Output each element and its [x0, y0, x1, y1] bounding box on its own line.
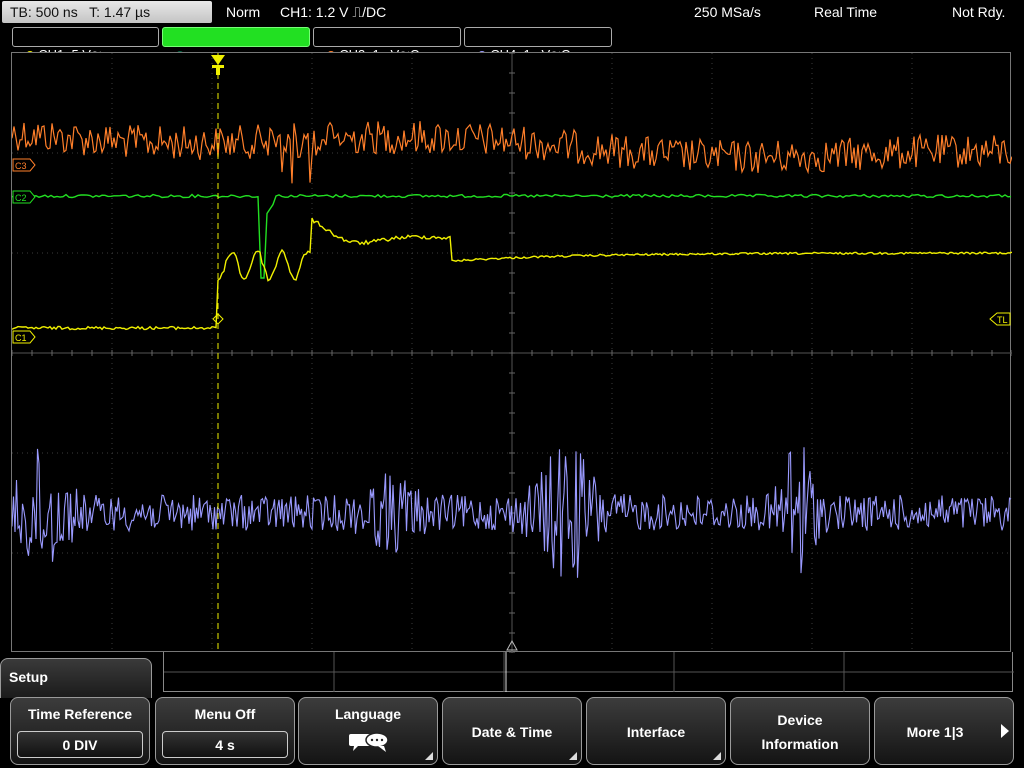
overview-grid-svg: [164, 652, 1014, 692]
graticule-svg: C3 C2 C1 TL: [12, 53, 1012, 653]
softkey-language[interactable]: Language: [298, 697, 438, 765]
trigger-time-value: 1.47 µs: [103, 4, 151, 20]
time-reference-value: 0 DIV: [17, 731, 143, 758]
trigger-mode[interactable]: Norm: [226, 4, 260, 20]
right-arrow-icon: [1001, 724, 1009, 738]
ch2-marker[interactable]: C2: [12, 190, 36, 204]
softkey-3-label: Language: [334, 706, 402, 722]
trigger-position-icon[interactable]: [211, 55, 225, 75]
timebase-box[interactable]: TB: 500 ns T: 1.47 µs: [2, 1, 212, 23]
tab-ch1[interactable]: CH1: 5 V≅: [12, 27, 159, 62]
zoom-overview-strip: [163, 652, 1014, 692]
svg-text:C2: C2: [15, 193, 27, 203]
speech-bubbles-icon: [349, 732, 389, 752]
acquisition-mode[interactable]: Real Time: [814, 4, 877, 20]
timebase-readout: TB: 500 ns T: 1.47 µs: [10, 4, 151, 20]
softkey-menu-off[interactable]: Menu Off 4 s: [155, 697, 295, 765]
sample-rate: 250 MSa/s: [694, 4, 761, 20]
svg-text:C1: C1: [15, 333, 27, 343]
submenu-corner-icon: [713, 752, 721, 760]
softkey-time-reference[interactable]: Time Reference 0 DIV: [10, 697, 150, 765]
softkey-interface[interactable]: Interface: [586, 697, 726, 765]
run-state: Not Rdy.: [952, 4, 1006, 20]
softkey-6-label-line2: Information: [761, 736, 839, 752]
timebase-value: 500 ns: [35, 4, 78, 20]
svg-text:C3: C3: [15, 161, 27, 171]
softkey-more[interactable]: More 1|3: [874, 697, 1014, 765]
softkey-7-label: More 1|3: [906, 724, 964, 740]
top-status-bar: TB: 500 ns T: 1.47 µs Norm CH1: 1.2 V ⎍/…: [0, 0, 1024, 24]
submenu-corner-icon: [425, 752, 433, 760]
waveform-display[interactable]: C3 C2 C1 TL: [11, 52, 1012, 653]
softkey-5-label: Interface: [626, 724, 686, 740]
menu-off-value: 4 s: [162, 731, 288, 758]
submenu-corner-icon: [569, 752, 577, 760]
softkey-date-time[interactable]: Date & Time: [442, 697, 582, 765]
trigger-level-marker[interactable]: TL: [989, 312, 1011, 326]
tab-ch3[interactable]: CH3: 1mV≅Ω: [313, 27, 461, 62]
ch1-marker[interactable]: C1: [12, 330, 36, 344]
softkey-2-label: Menu Off: [194, 706, 256, 722]
svg-text:TL: TL: [997, 315, 1008, 325]
softkey-4-label: Date & Time: [471, 724, 553, 740]
softkey-1-label: Time Reference: [27, 706, 132, 722]
trigger-info[interactable]: CH1: 1.2 V ⎍/DC: [280, 4, 386, 21]
menu-title-tab: Setup: [0, 658, 152, 698]
softkey-device-information[interactable]: Device Information: [730, 697, 870, 765]
tab-ch2[interactable]: CH2: 20 mV≅Ω: [162, 27, 310, 62]
tab-ch4[interactable]: CH4: 1mV≅Ω: [464, 27, 612, 62]
softkey-6-label-line1: Device: [777, 712, 823, 728]
ch3-marker[interactable]: C3: [12, 158, 36, 172]
menu-title: Setup: [9, 669, 48, 685]
